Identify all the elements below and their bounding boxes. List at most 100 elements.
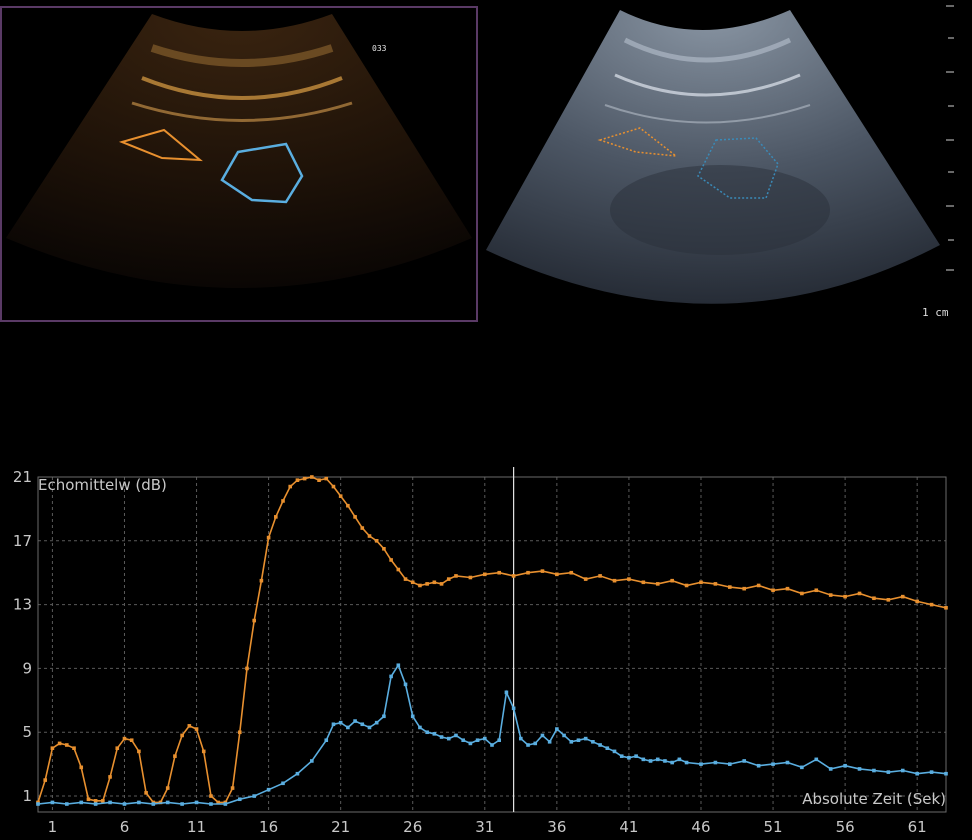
data-point-blue <box>151 802 156 806</box>
data-point-orange <box>302 476 307 481</box>
y-tick-label: 17 <box>13 532 32 550</box>
data-point-orange <box>360 526 365 530</box>
x-tick-label: 1 <box>48 818 58 836</box>
x-tick-label: 46 <box>691 818 710 836</box>
data-point-orange <box>569 570 574 575</box>
data-point-blue <box>547 740 552 744</box>
data-point-blue <box>346 725 350 730</box>
data-point-orange <box>929 602 934 607</box>
x-tick-label: 56 <box>836 818 855 836</box>
data-point-orange <box>410 580 415 585</box>
data-point-orange <box>57 741 62 746</box>
data-point-blue <box>360 722 365 727</box>
data-point-blue <box>36 802 40 806</box>
data-point-orange <box>446 577 451 581</box>
data-point-orange <box>684 583 689 588</box>
data-point-blue <box>800 765 804 770</box>
data-point-orange <box>756 583 761 588</box>
data-point-blue <box>598 743 602 747</box>
data-point-blue <box>180 802 184 806</box>
data-point-orange <box>252 618 256 623</box>
data-point-blue <box>432 732 437 736</box>
data-point-orange <box>310 475 314 479</box>
x-tick-label: 41 <box>619 818 638 836</box>
data-point-orange <box>713 582 718 586</box>
data-point-orange <box>266 535 271 540</box>
data-point-blue <box>655 757 660 762</box>
data-point-orange <box>281 499 285 503</box>
data-point-blue <box>814 757 819 762</box>
data-point-orange <box>655 582 660 586</box>
data-point-blue <box>310 759 314 763</box>
data-point-orange <box>43 778 48 782</box>
data-point-blue <box>165 800 170 805</box>
data-point-orange <box>627 577 631 581</box>
x-tick-label: 16 <box>259 818 278 836</box>
data-point-blue <box>641 757 646 762</box>
data-point-orange <box>115 746 120 750</box>
data-point-blue <box>540 733 545 738</box>
data-point-orange <box>828 593 833 597</box>
data-point-blue <box>446 736 451 741</box>
data-point-blue <box>468 741 473 746</box>
data-point-blue <box>93 802 98 806</box>
data-point-blue <box>504 690 509 695</box>
data-point-orange <box>432 580 437 585</box>
scale-label: 1 cm <box>922 306 949 319</box>
data-point-orange <box>338 494 343 498</box>
data-point-blue <box>619 754 624 758</box>
data-point-orange <box>583 577 588 581</box>
data-point-blue <box>461 738 465 743</box>
data-point-blue <box>410 714 415 719</box>
data-point-orange <box>144 791 148 795</box>
data-point-blue <box>605 746 610 750</box>
data-point-blue <box>454 733 458 738</box>
data-point-blue <box>634 754 638 758</box>
data-point-blue <box>591 740 595 744</box>
data-point-blue <box>353 719 357 723</box>
data-point-blue <box>576 738 581 743</box>
data-point-blue <box>900 768 905 773</box>
data-point-blue <box>79 800 84 805</box>
data-point-blue <box>555 727 559 731</box>
data-point-blue <box>338 720 343 725</box>
data-point-orange <box>771 588 775 593</box>
data-point-blue <box>490 743 494 747</box>
data-point-orange <box>374 539 379 543</box>
data-point-blue <box>728 762 732 766</box>
data-point-blue <box>648 759 653 763</box>
data-point-blue <box>828 767 833 771</box>
data-point-orange <box>857 591 862 596</box>
data-point-orange <box>353 515 357 519</box>
series-line-orange <box>37 476 947 804</box>
data-point-orange <box>800 591 804 596</box>
y-axis-label: Echomittelw (dB) <box>38 476 167 494</box>
data-point-blue <box>403 682 408 687</box>
data-point-orange <box>72 746 76 750</box>
data-point-orange <box>439 582 444 586</box>
depth-scale-ticks <box>946 5 954 271</box>
y-tick-label: 1 <box>22 787 32 805</box>
x-tick-label: 21 <box>331 818 350 836</box>
data-point-blue <box>684 760 689 765</box>
x-tick-label: 6 <box>120 818 130 836</box>
data-point-blue <box>295 771 300 776</box>
data-point-orange <box>173 754 177 758</box>
data-point-orange <box>367 534 372 538</box>
y-tick-label: 21 <box>13 468 32 486</box>
data-point-blue <box>612 749 617 754</box>
data-point-blue <box>209 802 213 806</box>
data-point-blue <box>65 802 69 806</box>
data-point-blue <box>194 800 199 805</box>
chart-series <box>36 475 948 806</box>
data-point-orange <box>86 797 91 802</box>
data-point-orange <box>93 799 98 803</box>
data-point-orange <box>454 574 458 578</box>
data-point-blue <box>533 741 538 746</box>
chart-axes: 1 6 11 16 21 26 31 36 41 46 51 56 61159131721 <box>13 467 947 836</box>
data-point-blue <box>511 706 516 711</box>
data-point-blue <box>677 757 682 762</box>
data-point-orange <box>331 484 336 489</box>
data-point-blue <box>843 763 847 768</box>
series-line-blue <box>37 663 947 805</box>
